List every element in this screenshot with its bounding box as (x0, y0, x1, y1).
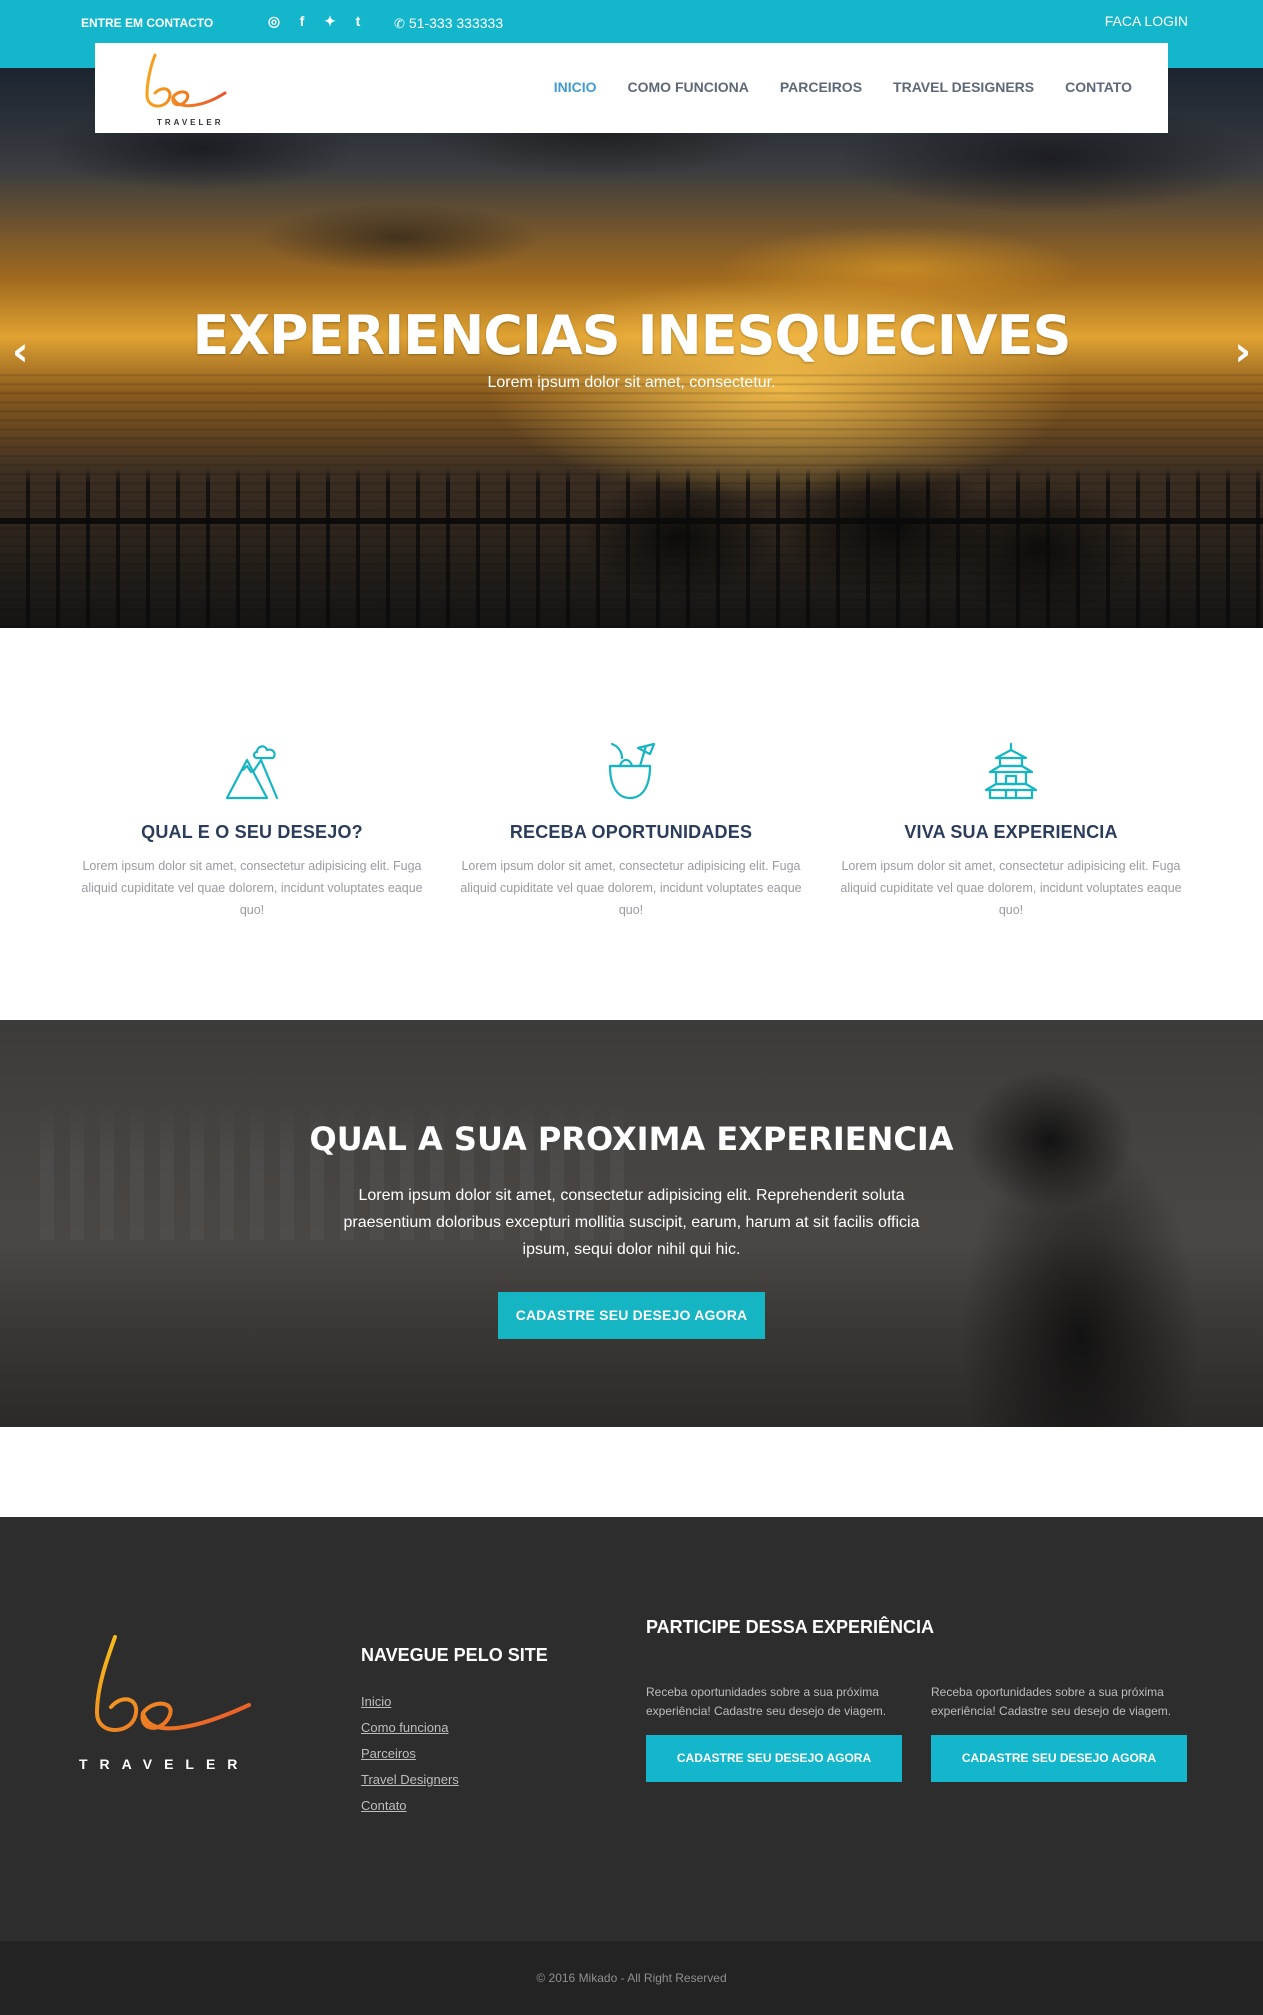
cta-text: Lorem ipsum dolor sit amet, consectetur … (343, 1187, 920, 1258)
feature-oportunidades: RECEBA OPORTUNIDADES Lorem ipsum dolor s… (456, 740, 806, 921)
hero-railing-top (0, 518, 1263, 524)
footer-register-button[interactable]: CADASTRE SEU DESEJO AGORA (931, 1735, 1187, 1782)
footer-column-text: Receba oportunidades sobre a sua próxima… (931, 1685, 1172, 1718)
footer-logo[interactable]: TRAVELER (77, 1635, 253, 1785)
phone-text: 51-333 333333 (408, 15, 504, 31)
coconut-drink-icon (608, 742, 656, 800)
feature-desejo: QUAL E O SEU DESEJO? Lorem ipsum dolor s… (77, 740, 427, 921)
hero-slider: EXPERIENCIAS INESQUECIVES Lorem ipsum do… (0, 68, 1263, 628)
footer-link-travel-designers[interactable]: Travel Designers (361, 1767, 459, 1793)
footer-nav-title: NAVEGUE PELO SITE (361, 1645, 548, 1665)
feature-title: VIVA SUA EXPERIENCIA (904, 822, 1118, 842)
copyright-bar: © 2016 Mikado - All Right Reserved (0, 1941, 1263, 2015)
cta-section: QUAL A SUA PROXIMA EXPERIENCIA Lorem ips… (0, 1020, 1263, 1427)
main-header: TRAVELER INICIO COMO FUNCIONA PARCEIROS … (95, 43, 1168, 133)
phone-number[interactable]: ✆ 51-333 333333 (394, 15, 503, 32)
pagoda-icon (984, 742, 1038, 800)
feature-experiencia: VIVA SUA EXPERIENCIA Lorem ipsum dolor s… (836, 740, 1186, 921)
nav-como-funciona[interactable]: COMO FUNCIONA (628, 79, 749, 95)
footer-link-como-funciona[interactable]: Como funciona (361, 1715, 459, 1741)
nav-travel-designers[interactable]: TRAVEL DESIGNERS (893, 79, 1034, 95)
footer-column: Receba oportunidades sobre a sua próxima… (646, 1683, 902, 1782)
hero-railing (0, 468, 1263, 628)
feature-title: RECEBA OPORTUNIDADES (509, 822, 753, 842)
features-section: QUAL E O SEU DESEJO? Lorem ipsum dolor s… (0, 628, 1263, 1020)
footer-links: Inicio Como funciona Parceiros Travel De… (361, 1689, 459, 1819)
nav-parceiros[interactable]: PARCEIROS (780, 79, 862, 95)
logo-text: TRAVELER (79, 1756, 249, 1772)
login-link[interactable]: FACA LOGIN (1105, 13, 1188, 29)
feature-text: Lorem ipsum dolor sit amet, consectetur … (840, 859, 1182, 917)
instagram-icon[interactable]: ◎ (266, 13, 282, 30)
footer-link-inicio[interactable]: Inicio (361, 1689, 459, 1715)
facebook-icon[interactable]: f (294, 13, 310, 30)
nav-inicio[interactable]: INICIO (554, 79, 597, 95)
hero-title: EXPERIENCIAS INESQUECIVES (192, 304, 1072, 367)
phone-icon: ✆ (394, 16, 405, 31)
footer-column-text: Receba oportunidades sobre a sua próxima… (646, 1685, 887, 1718)
footer-register-button[interactable]: CADASTRE SEU DESEJO AGORA (646, 1735, 902, 1782)
footer-participate-title: PARTICIPE DESSA EXPERIÊNCIA (646, 1617, 935, 1637)
social-links: ◎ f ✦ t (266, 13, 366, 30)
footer-column: Receba oportunidades sobre a sua próxima… (931, 1683, 1187, 1782)
twitter-icon[interactable]: ✦ (322, 13, 338, 30)
logo-mark-icon: TRAVELER (79, 1635, 251, 1772)
footer-link-contato[interactable]: Contato (361, 1793, 459, 1819)
copyright-text: © 2016 Mikado - All Right Reserved (536, 1971, 727, 1985)
chevron-left-icon[interactable]: ‹ (12, 332, 28, 372)
contact-link[interactable]: ENTRE EM CONTACTO (81, 16, 213, 30)
hero-subtitle: Lorem ipsum dolor sit amet, consectetur. (487, 374, 776, 391)
cta-title: QUAL A SUA PROXIMA EXPERIENCIA (309, 1120, 954, 1158)
nav-contato[interactable]: CONTATO (1065, 79, 1132, 95)
chevron-right-icon[interactable]: › (1235, 332, 1251, 372)
footer-link-parceiros[interactable]: Parceiros (361, 1741, 459, 1767)
cta-register-button[interactable]: CADASTRE SEU DESEJO AGORA (498, 1292, 765, 1339)
feature-title: QUAL E O SEU DESEJO? (141, 822, 363, 842)
logo[interactable]: TRAVELER (123, 51, 233, 129)
main-nav: INICIO COMO FUNCIONA PARCEIROS TRAVEL DE… (554, 79, 1132, 95)
logo-mark-icon: TRAVELER (145, 53, 227, 127)
feature-text: Lorem ipsum dolor sit amet, consectetur … (460, 859, 802, 917)
logo-text: TRAVELER (157, 118, 224, 127)
mountain-icon (225, 745, 279, 800)
feature-text: Lorem ipsum dolor sit amet, consectetur … (81, 859, 423, 917)
footer: TRAVELER NAVEGUE PELO SITE Inicio Como f… (0, 1517, 1263, 1941)
tumblr-icon[interactable]: t (350, 13, 366, 30)
